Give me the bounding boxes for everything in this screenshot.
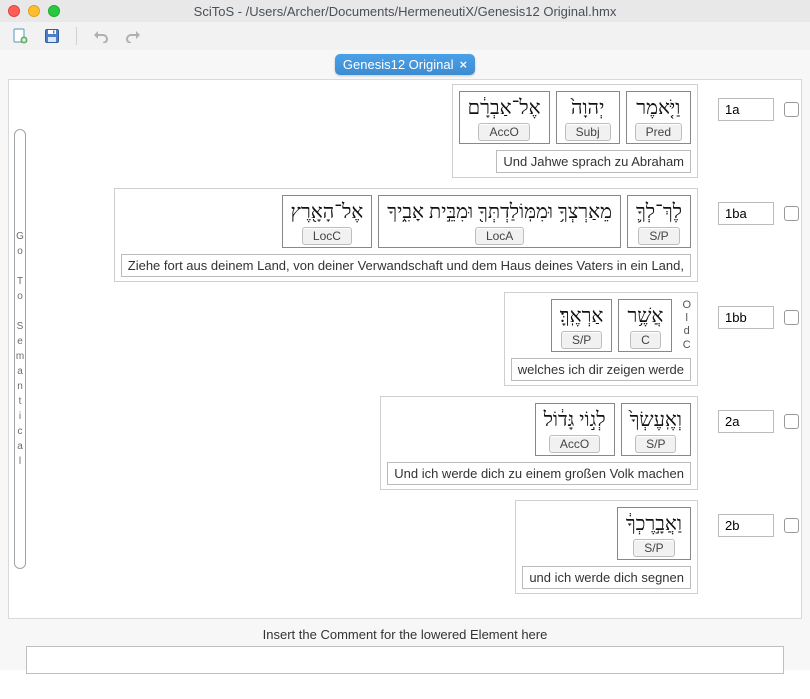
translation-field[interactable]: Ziehe fort aus deinem Land, von deiner V… [121, 254, 691, 277]
clause-area[interactable]: אֶל־אַבְרָ֔ם AccO יְהוָה֙ Subj וַיֹּ֤אמֶר Pre… [31, 80, 801, 618]
reference-label[interactable]: 1ba [718, 202, 774, 225]
role-button[interactable]: LocC [302, 227, 352, 245]
clause-checkbox[interactable] [784, 414, 799, 429]
clause-box[interactable]: וַאֲבָ֣רֶכְךָ֔ S/P und ich werde dich segn… [515, 500, 698, 594]
redo-button[interactable] [121, 26, 145, 46]
reference-label[interactable]: 1a [718, 98, 774, 121]
word-box[interactable]: לְג֣וֹי גָּד֔וֹל AccO [535, 403, 615, 456]
clause-row-2b: וַאֲבָ֣רֶכְךָ֔ S/P und ich werde dich segn… [31, 496, 799, 600]
zoom-window-icon[interactable] [48, 5, 60, 17]
window-title: SciToS - /Users/Archer/Documents/Hermene… [8, 4, 802, 19]
toolbar-divider [76, 27, 77, 45]
main-frame: Go To Semantical אֶל־אַבְרָ֔ם AccO יְהוָה֙… [8, 79, 802, 619]
reference-label[interactable]: 2a [718, 410, 774, 433]
word-box[interactable]: אֶל־אַבְרָ֔ם AccO [459, 91, 550, 144]
window-titlebar: SciToS - /Users/Archer/Documents/Hermene… [0, 0, 810, 22]
word-box[interactable]: וַיֹּ֤אמֶר Pred [626, 91, 691, 144]
hebrew-text: לֶךְ־לְךָ֛ [636, 199, 682, 225]
go-to-semantical-button[interactable]: Go To Semantical [14, 129, 26, 569]
clause-checkbox[interactable] [784, 310, 799, 325]
close-tab-icon[interactable]: × [459, 57, 467, 72]
tab-label: Genesis12 Original [343, 57, 454, 72]
word-box[interactable]: אַרְאֶֽךָּ׃ S/P [551, 299, 613, 352]
role-button[interactable]: S/P [638, 227, 679, 245]
undo-button[interactable] [89, 26, 113, 46]
word-box[interactable]: אֶל־הָאָ֖רֶץ LocC [282, 195, 373, 248]
role-button[interactable]: S/P [635, 435, 676, 453]
hebrew-text: לְג֣וֹי גָּד֔וֹל [544, 407, 606, 433]
role-button[interactable]: AccO [549, 435, 600, 453]
clause-row-1bb: אַרְאֶֽךָּ׃ S/P אֲשֶׁ֥ר C OldC welches ich di… [31, 288, 799, 392]
word-box[interactable]: מֵאַרְצְךָ֥ וּמִמּֽוֹלַדְתְּךָ֖ וּמִבֵּ֣… [378, 195, 621, 248]
reference-column: 1bb [712, 306, 799, 329]
translation-field[interactable]: Und Jahwe sprach zu Abraham [496, 150, 691, 173]
hebrew-text: אֶל־אַבְרָ֔ם [468, 95, 541, 121]
minimize-window-icon[interactable] [28, 5, 40, 17]
word-box[interactable]: אֲשֶׁ֥ר C [618, 299, 672, 352]
clause-box[interactable]: לְג֣וֹי גָּד֔וֹל AccO וְאֶֽעֶשְׂךָ֙ S/P Und … [380, 396, 698, 490]
clause-row-1ba: אֶל־הָאָ֖רֶץ LocC מֵאַרְצְךָ֥ וּמִמּֽוֹלַד… [31, 184, 799, 288]
comment-input[interactable] [26, 646, 784, 674]
role-button[interactable]: S/P [633, 539, 674, 557]
reference-column: 2b [712, 514, 799, 537]
role-button[interactable]: Pred [635, 123, 682, 141]
clause-row-2a: לְג֣וֹי גָּד֔וֹל AccO וְאֶֽעֶשְׂךָ֙ S/P Und … [31, 392, 799, 496]
reference-column: 2a [712, 410, 799, 433]
hebrew-text: יְהוָה֙ [571, 95, 604, 121]
hebrew-text: אַרְאֶֽךָּ׃ [560, 303, 604, 329]
clause-marker: OldC [682, 299, 691, 352]
clause-checkbox[interactable] [784, 518, 799, 533]
clause-box[interactable]: אַרְאֶֽךָּ׃ S/P אֲשֶׁ֥ר C OldC welches ich di… [504, 292, 698, 386]
translation-field[interactable]: und ich werde dich segnen [522, 566, 691, 589]
reference-column: 1ba [712, 202, 799, 225]
clause-checkbox[interactable] [784, 206, 799, 221]
hebrew-text: וְאֶֽעֶשְׂךָ֙ [630, 407, 682, 433]
tab-strip: Genesis12 Original × [8, 50, 802, 75]
reference-label[interactable]: 2b [718, 514, 774, 537]
reference-column: 1a [712, 98, 799, 121]
role-button[interactable]: S/P [561, 331, 602, 349]
role-button[interactable]: LocA [475, 227, 524, 245]
new-file-button[interactable] [8, 26, 32, 46]
save-button[interactable] [40, 26, 64, 46]
clause-row-1a: אֶל־אַבְרָ֔ם AccO יְהוָה֙ Subj וַיֹּ֤אמֶר Pre… [31, 80, 799, 184]
translation-field[interactable]: welches ich dir zeigen werde [511, 358, 691, 381]
word-box[interactable]: וַאֲבָ֣רֶכְךָ֔ S/P [617, 507, 691, 560]
traffic-lights [8, 5, 60, 17]
toolbar [0, 22, 810, 50]
document-tab[interactable]: Genesis12 Original × [335, 54, 475, 75]
clause-box[interactable]: אֶל־הָאָ֖רֶץ LocC מֵאַרְצְךָ֥ וּמִמּֽוֹלַד… [114, 188, 698, 282]
hebrew-text: אֲשֶׁ֥ר [627, 303, 663, 329]
role-button[interactable]: AccO [478, 123, 529, 141]
close-window-icon[interactable] [8, 5, 20, 17]
hebrew-text: וַיֹּ֤אמֶר [636, 95, 680, 121]
reference-label[interactable]: 1bb [718, 306, 774, 329]
hebrew-text: אֶל־הָאָ֖רֶץ [291, 199, 364, 225]
word-box[interactable]: וְאֶֽעֶשְׂךָ֙ S/P [621, 403, 691, 456]
hebrew-text: וַאֲבָ֣רֶכְךָ֔ [626, 511, 682, 537]
role-button[interactable]: Subj [565, 123, 611, 141]
translation-field[interactable]: Und ich werde dich zu einem großen Volk … [387, 462, 691, 485]
work-area: Genesis12 Original × Go To Semantical אֶ… [0, 50, 810, 670]
sidebar: Go To Semantical [9, 80, 31, 618]
clause-box[interactable]: אֶל־אַבְרָ֔ם AccO יְהוָה֙ Subj וַיֹּ֤אמֶר Pre… [452, 84, 698, 178]
word-box[interactable]: לֶךְ־לְךָ֛ S/P [627, 195, 691, 248]
word-box[interactable]: יְהוָה֙ Subj [556, 91, 620, 144]
clause-checkbox[interactable] [784, 102, 799, 117]
comment-area: Insert the Comment for the lowered Eleme… [8, 625, 802, 674]
role-button[interactable]: C [630, 331, 661, 349]
hebrew-text: מֵאַרְצְךָ֥ וּמִמּֽוֹלַדְתְּךָ֖ וּמִבֵּ֣… [387, 199, 612, 225]
comment-label: Insert the Comment for the lowered Eleme… [8, 625, 802, 644]
